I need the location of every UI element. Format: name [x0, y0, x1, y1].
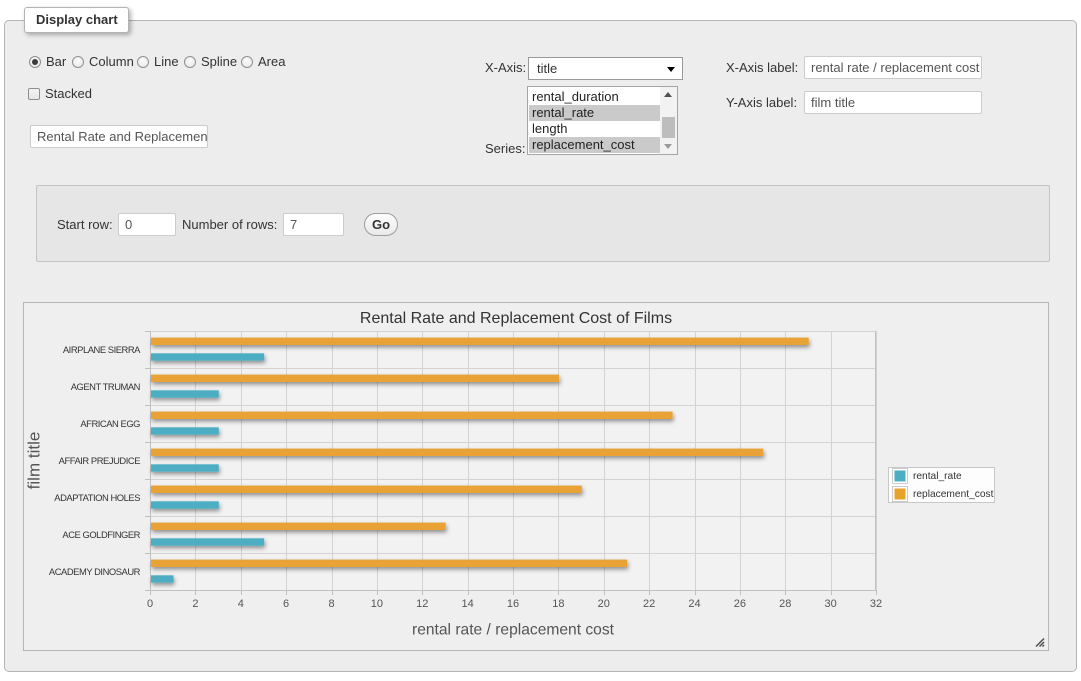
svg-text:12: 12	[416, 598, 428, 610]
svg-text:ADAPTATION HOLES: ADAPTATION HOLES	[54, 492, 140, 503]
svg-text:8: 8	[328, 598, 334, 610]
svg-text:20: 20	[598, 598, 610, 610]
svg-text:10: 10	[371, 598, 383, 610]
svg-text:rental_rate: rental_rate	[913, 471, 962, 482]
svg-text:replacement_cost: replacement_cost	[913, 489, 994, 500]
svg-text:30: 30	[824, 598, 836, 610]
svg-text:film title: film title	[25, 432, 44, 490]
svg-text:ACE GOLDFINGER: ACE GOLDFINGER	[62, 529, 140, 540]
svg-text:24: 24	[688, 598, 700, 610]
svg-text:Rental Rate and Replacement Co: Rental Rate and Replacement Cost of Film…	[360, 310, 672, 327]
svg-text:AGENT TRUMAN: AGENT TRUMAN	[71, 381, 140, 392]
svg-text:18: 18	[552, 598, 564, 610]
svg-text:4: 4	[238, 598, 244, 610]
svg-text:6: 6	[283, 598, 289, 610]
svg-text:2: 2	[192, 598, 198, 610]
svg-text:AFRICAN EGG: AFRICAN EGG	[80, 418, 140, 429]
svg-text:26: 26	[734, 598, 746, 610]
svg-text:22: 22	[643, 598, 655, 610]
svg-text:rental rate / replacement cost: rental rate / replacement cost	[412, 622, 615, 639]
svg-text:14: 14	[461, 598, 473, 610]
svg-text:AIRPLANE SIERRA: AIRPLANE SIERRA	[63, 344, 141, 355]
svg-text:16: 16	[507, 598, 519, 610]
svg-text:28: 28	[779, 598, 791, 610]
svg-text:0: 0	[147, 598, 153, 610]
svg-text:ACADEMY DINOSAUR: ACADEMY DINOSAUR	[49, 566, 141, 577]
svg-text:32: 32	[870, 598, 882, 610]
svg-text:AFFAIR PREJUDICE: AFFAIR PREJUDICE	[59, 455, 141, 466]
